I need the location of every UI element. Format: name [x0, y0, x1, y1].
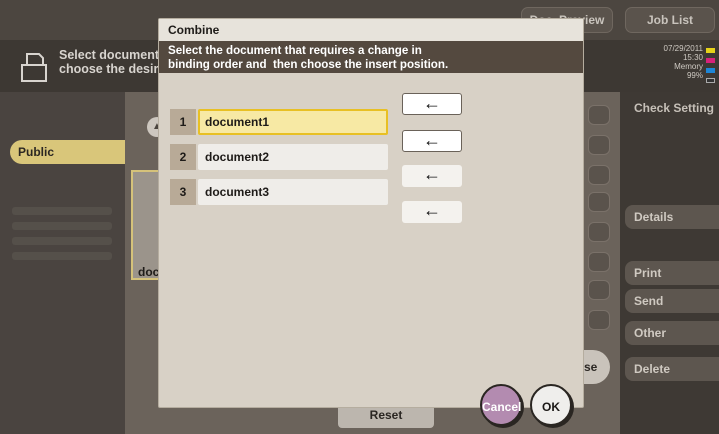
left-arrow-icon: ← — [423, 200, 441, 220]
slot — [588, 252, 610, 272]
thumbnail-label: doc — [138, 265, 160, 279]
slot — [588, 310, 610, 330]
document-tray-icon — [21, 53, 47, 82]
cancel-button[interactable]: Cancel — [480, 384, 522, 426]
document-name[interactable]: document1 — [198, 109, 388, 135]
row-number: 1 — [170, 109, 196, 135]
print-button[interactable]: Print — [625, 261, 719, 285]
toner-yellow-meter — [706, 48, 715, 53]
job-list-button[interactable]: Job List — [625, 7, 715, 33]
ok-button[interactable]: OK — [530, 384, 572, 426]
document-name[interactable]: document3 — [198, 179, 388, 205]
left-arrow-icon: ← — [423, 130, 441, 150]
header-instruction: Select document( choose the desire — [59, 48, 166, 76]
insert-position-2-button[interactable]: ← — [402, 130, 462, 152]
slot — [588, 222, 610, 242]
dialog-title: Combine — [159, 19, 583, 41]
document-thumbnail[interactable] — [131, 170, 161, 280]
status-panel: 07/29/2011 15:30 Memory 99% — [625, 44, 715, 90]
status-date: 07/29/2011 — [663, 44, 703, 53]
delete-button[interactable]: Delete — [625, 357, 719, 381]
insert-position-1-button[interactable]: ← — [402, 93, 462, 115]
toner-black-meter — [706, 78, 715, 83]
row-number: 3 — [170, 179, 196, 205]
check-setting-label[interactable]: Check Setting — [634, 101, 714, 115]
status-time: 15:30 — [682, 53, 703, 62]
slot — [588, 280, 610, 300]
details-button[interactable]: Details — [625, 205, 719, 229]
dialog-message: Select the document that requires a chan… — [159, 41, 583, 73]
toner-magenta-meter — [706, 58, 715, 63]
slot — [588, 105, 610, 125]
insert-position-3-button[interactable]: ← — [402, 165, 462, 187]
status-memory-value: 99% — [686, 71, 703, 80]
other-button[interactable]: Other — [625, 321, 719, 345]
slot — [588, 192, 610, 212]
status-memory-label: Memory — [674, 62, 703, 71]
left-arrow-icon: ← — [423, 164, 441, 184]
slot — [588, 165, 610, 185]
combine-dialog: Combine Select the document that require… — [158, 18, 584, 408]
toner-cyan-meter — [706, 68, 715, 73]
send-button[interactable]: Send — [625, 289, 719, 313]
insert-position-4-button[interactable]: ← — [402, 201, 462, 223]
tab-public[interactable]: Public — [10, 140, 128, 164]
slot — [588, 135, 610, 155]
document-name[interactable]: document2 — [198, 144, 388, 170]
row-number: 2 — [170, 144, 196, 170]
left-arrow-icon: ← — [423, 93, 441, 113]
